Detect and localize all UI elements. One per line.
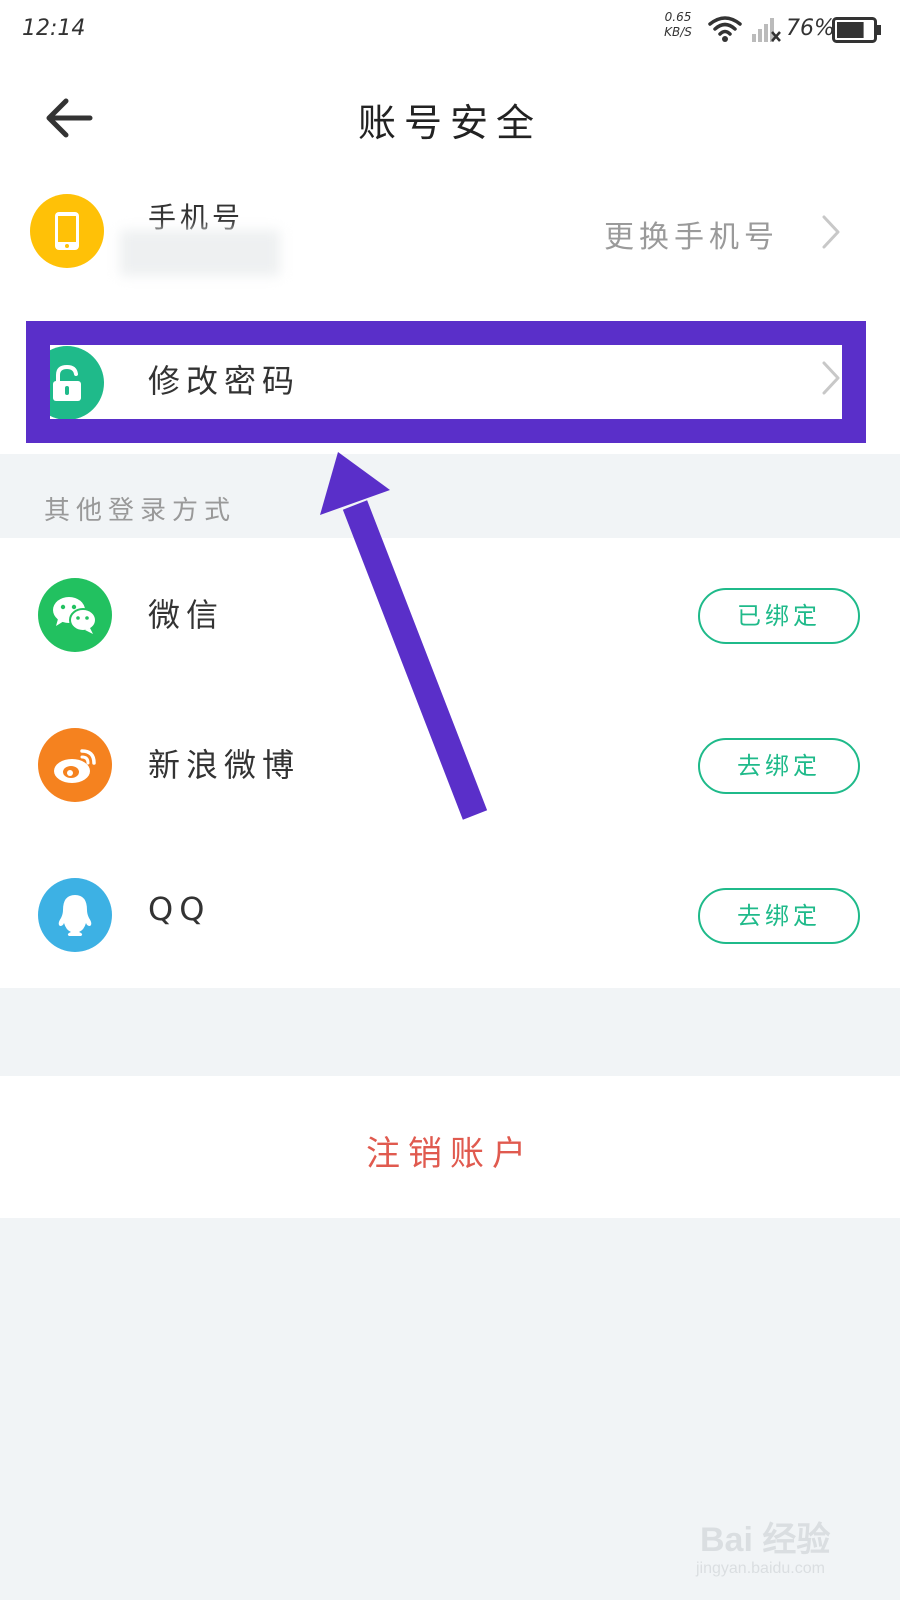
unlock-icon-circle <box>30 346 104 420</box>
wechat-icon-circle <box>38 578 112 652</box>
net-speed: 0.65 KB/S <box>660 10 696 40</box>
login-name: QQ <box>148 890 211 928</box>
net-speed-unit: KB/S <box>664 25 692 39</box>
chevron-right-icon <box>822 361 840 395</box>
watermark-text: Bai 经验 <box>700 1521 831 1559</box>
chevron-right-icon <box>822 215 840 249</box>
bind-status-button[interactable]: 去绑定 <box>698 888 860 944</box>
net-speed-value: 0.65 <box>664 10 692 24</box>
signal-icon <box>752 18 781 42</box>
unlock-icon <box>53 364 81 401</box>
bind-status-button[interactable]: 去绑定 <box>698 738 860 794</box>
phone-icon <box>55 212 79 250</box>
watermark-logo: Bai 经验 jingyan.baidu.com <box>688 1500 878 1590</box>
cancel-account-label: 注销账户 <box>366 1134 534 1174</box>
bind-status-button[interactable]: 已绑定 <box>698 588 860 644</box>
status-bar: 12:14 0.65 KB/S 76% <box>0 0 900 62</box>
header: 账号安全 <box>0 62 900 174</box>
change-password-label: 修改密码 <box>148 362 301 400</box>
other-login-section-header: 其他登录方式 <box>0 454 900 538</box>
wechat-icon <box>53 597 97 634</box>
weibo-icon <box>54 749 96 783</box>
login-name: 微信 <box>148 596 225 634</box>
login-item-wechat[interactable]: 微信 已绑定 <box>0 538 900 688</box>
change-password-row[interactable]: 修改密码 <box>0 310 900 454</box>
weibo-icon-circle <box>38 728 112 802</box>
watermark-sub: jingyan.baidu.com <box>696 1560 825 1577</box>
wifi-icon <box>708 16 742 42</box>
qq-icon-circle <box>38 878 112 952</box>
login-item-weibo[interactable]: 新浪微博 去绑定 <box>0 688 900 838</box>
section-label: 其他登录方式 <box>44 496 237 526</box>
battery-percent: 76% <box>786 16 835 41</box>
battery-icon <box>832 17 881 43</box>
change-phone-link[interactable]: 更换手机号 <box>604 212 779 256</box>
qq-icon <box>58 895 92 936</box>
status-time: 12:14 <box>22 16 86 41</box>
login-item-qq[interactable]: QQ 去绑定 <box>0 838 900 988</box>
login-methods-list: 微信 已绑定 新浪微博 去绑定 QQ 去绑定 <box>0 538 900 988</box>
cancel-account-row[interactable]: 注销账户 <box>0 1076 900 1218</box>
phone-row[interactable]: 手机号 更换手机号 <box>0 174 900 310</box>
login-name: 新浪微博 <box>148 746 301 784</box>
page-title: 账号安全 <box>357 101 542 145</box>
phone-number-masked <box>120 230 280 276</box>
phone-icon-circle <box>30 194 104 268</box>
